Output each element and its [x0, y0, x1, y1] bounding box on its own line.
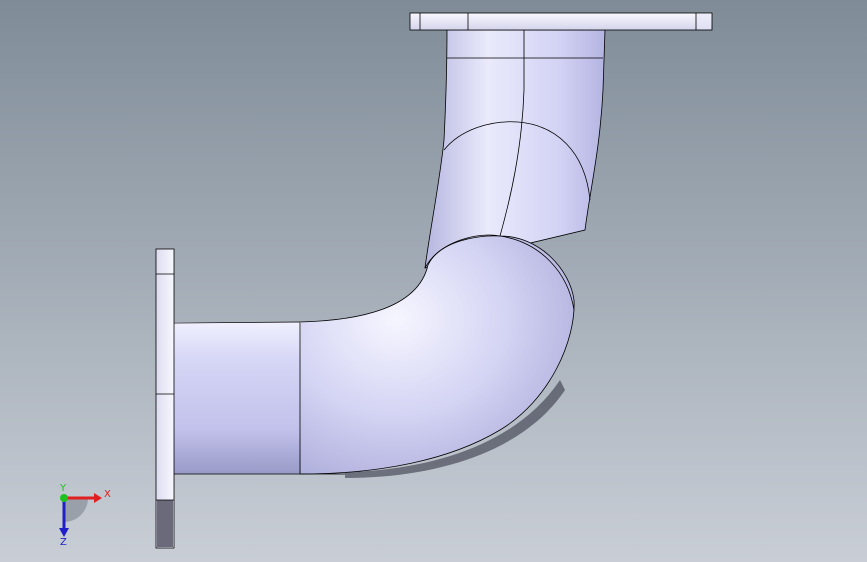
- z-axis-arrowhead: [59, 528, 69, 537]
- y-axis-label: Y: [59, 483, 67, 494]
- z-axis-label: Z: [60, 537, 67, 546]
- x-axis-arrowhead: [94, 493, 102, 503]
- x-axis-label: X: [104, 489, 111, 500]
- left-flange-bottom-shade: [157, 500, 173, 547]
- top-flange-shade: [697, 14, 711, 29]
- top-flange: [409, 12, 713, 31]
- graphics-viewport[interactable]: X Z Y: [0, 0, 867, 562]
- orientation-triad: X Z Y: [59, 483, 111, 546]
- horizontal-pipe: [174, 322, 301, 474]
- triad-plane-shadow: [64, 498, 88, 522]
- model-view[interactable]: [0, 0, 867, 562]
- y-axis-dot: [60, 494, 68, 502]
